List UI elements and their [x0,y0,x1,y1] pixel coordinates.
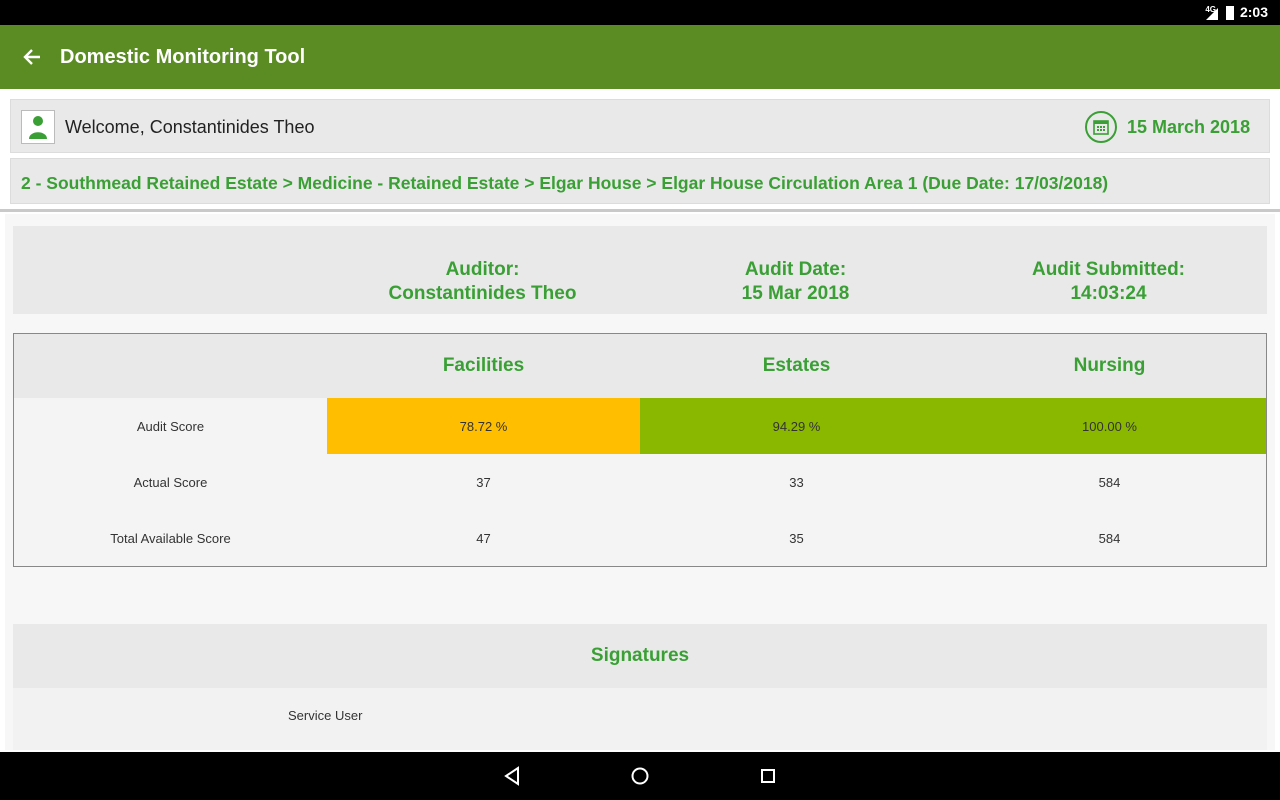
audit-submitted-value: 14:03:24 [1070,283,1147,304]
table-row-actual-score: Actual Score 37 33 584 [14,454,1266,510]
table-cell: 37 [476,474,491,490]
status-bar: 4G 2:03 [0,0,1280,25]
table-cell: 33 [789,474,804,490]
auditor-info: Auditor: Constantinides Theo [326,258,639,306]
calendar-icon [1085,111,1117,143]
table-cell: 35 [789,530,804,546]
signatures-header: Signatures [13,624,1267,688]
score-cell-estates: 94.29 % [640,398,953,454]
table-cell: 584 [1098,530,1121,546]
scores-header: Facilities Estates Nursing [14,334,1266,398]
row-label: Audit Score [136,418,205,434]
row-label: Actual Score [133,474,208,490]
arrow-back-icon[interactable] [14,39,50,75]
score-cell-nursing: 100.00 % [953,398,1266,454]
user-avatar-icon [21,110,55,144]
signatures-title: Signatures [590,645,690,666]
header-facilities: Facilities [442,355,525,376]
audit-submitted-label: Audit Submitted: [1031,259,1186,280]
service-user-label: Service User [288,708,363,723]
clock: 2:03 [1239,4,1268,20]
nav-home-icon[interactable] [625,762,655,790]
auditor-value: Constantinides Theo [388,283,577,304]
table-cell: 584 [1098,474,1121,490]
audit-summary: Auditor: Constantinides Theo Audit Date:… [13,226,1267,314]
audit-date-info: Audit Date: 15 Mar 2018 [639,258,952,306]
welcome-panel: Welcome, Constantinides Theo 15 March 20… [10,99,1270,153]
current-date: 15 March 2018 [1127,117,1251,137]
battery-icon [1226,6,1234,20]
table-cell: 47 [476,530,491,546]
nav-back-icon[interactable] [497,762,527,790]
app-title: Domestic Monitoring Tool [60,46,306,68]
audit-content[interactable]: Auditor: Constantinides Theo Audit Date:… [5,214,1275,750]
header-nursing: Nursing [1073,355,1146,376]
score-cell-facilities: 78.72 % [327,398,640,454]
table-row-total-available: Total Available Score 47 35 584 [14,510,1266,566]
scores-table: Facilities Estates Nursing Audit Score 7… [13,333,1267,567]
audit-date-label: Audit Date: [744,259,847,280]
nav-recents-icon[interactable] [753,762,783,790]
breadcrumb-text: 2 - Southmead Retained Estate > Medicine… [21,173,1109,193]
audit-submitted-info: Audit Submitted: 14:03:24 [952,258,1265,306]
welcome-text: Welcome, Constantinides Theo [65,117,315,137]
header-estates: Estates [762,355,831,376]
audit-date-value: 15 Mar 2018 [741,283,850,304]
breadcrumb: 2 - Southmead Retained Estate > Medicine… [10,158,1270,204]
signature-row-service-user[interactable]: Service User [13,688,1267,750]
signal-icon [1206,8,1218,20]
table-row-audit-score: Audit Score 78.72 % 94.29 % 100.00 % [14,398,1266,454]
auditor-label: Auditor: [445,259,520,280]
row-label: Total Available Score [110,530,231,546]
system-nav-bar [0,752,1280,800]
app-bar: Domestic Monitoring Tool [0,25,1280,89]
divider [0,209,1280,212]
